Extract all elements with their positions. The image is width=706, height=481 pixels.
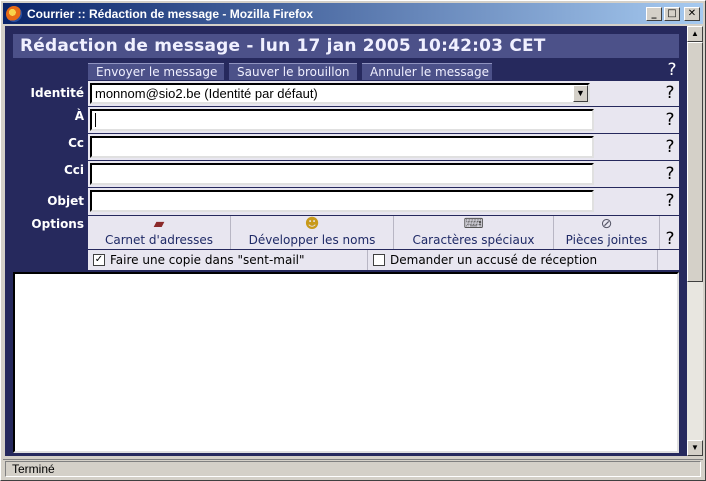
help-to-icon[interactable]: ? [661,110,679,132]
cc-input[interactable] [92,138,592,156]
address-book-button[interactable]: ▰ Carnet d'adresses [88,216,231,249]
special-chars-button[interactable]: ⌨ Caractères spéciaux [394,216,554,249]
maximize-button[interactable]: □ [664,6,680,21]
vertical-scrollbar[interactable]: ▲ ▼ [687,26,703,456]
read-receipt-label: Demander un accusé de réception [390,253,598,267]
attachments-button[interactable]: ⊘ Pièces jointes [554,216,660,249]
subject-input[interactable] [92,192,592,210]
scroll-thumb[interactable] [687,42,703,282]
cancel-message-button[interactable]: Annuler le message [362,63,492,80]
help-options-icon[interactable]: ? [661,229,679,251]
copy-sent-checkbox[interactable]: ✓ [93,254,105,266]
status-text: Terminé [5,461,701,477]
copy-sent-label: Faire une copie dans "sent-mail" [110,253,305,267]
options-label: Options [31,217,84,231]
book-icon: ▰ [153,216,165,232]
cc-label: Cc [68,136,84,150]
page-header: Rédaction de message - lun 17 jan 2005 1… [13,34,679,58]
close-button[interactable]: ✕ [684,6,700,21]
chevron-down-icon[interactable]: ▼ [573,85,588,102]
minimize-button[interactable]: _ [646,6,662,21]
help-cc-icon[interactable]: ? [661,137,679,159]
identity-select[interactable]: monnom@sio2.be (Identité par défaut) ▼ [90,83,590,104]
subject-field[interactable] [90,190,594,212]
compose-page: Rédaction de message - lun 17 jan 2005 1… [5,26,687,456]
identity-label: Identité [30,86,84,100]
people-search-icon: ☻ [304,216,320,232]
help-subject-icon[interactable]: ? [661,191,679,213]
read-receipt-option[interactable]: Demander un accusé de réception [368,250,658,270]
keyboard-icon: ⌨ [463,216,484,232]
options-toolbar: ▰ Carnet d'adresses ☻ Développer les nom… [88,216,679,249]
save-draft-button[interactable]: Sauver le brouillon [229,63,357,80]
read-receipt-checkbox[interactable] [373,254,385,266]
attachments-label: Pièces jointes [565,233,648,247]
cc-field[interactable] [90,136,594,158]
scroll-down-button[interactable]: ▼ [687,440,703,456]
expand-names-button[interactable]: ☻ Développer les noms [231,216,394,249]
bcc-field[interactable] [90,163,594,185]
identity-value: monnom@sio2.be (Identité par défaut) [95,86,318,101]
address-book-label: Carnet d'adresses [104,233,214,247]
to-input[interactable] [92,111,592,129]
help-bcc-icon[interactable]: ? [661,164,679,186]
paperclip-icon: ⊘ [600,216,613,232]
title-bar[interactable]: Courrier :: Rédaction de message - Mozil… [3,3,703,24]
help-identity-icon[interactable]: ? [661,83,679,105]
bcc-input[interactable] [92,165,592,183]
bcc-label: Cci [63,163,84,177]
status-bar: Terminé [3,459,703,478]
special-chars-label: Caractères spéciaux [412,233,535,247]
firefox-logo-icon [6,5,22,22]
copy-sent-option[interactable]: ✓ Faire une copie dans "sent-mail" [88,250,368,270]
subject-label: Objet [47,194,84,208]
send-message-button[interactable]: Envoyer le message [88,63,224,80]
text-cursor [95,113,96,127]
browser-window: Courrier :: Rédaction de message - Mozil… [0,0,706,481]
action-bar: Envoyer le message Sauver le brouillon A… [88,63,492,81]
page-title: Rédaction de message - lun 17 jan 2005 1… [20,36,546,56]
scroll-up-button[interactable]: ▲ [687,26,703,42]
to-field[interactable] [90,109,594,131]
help-actions-icon[interactable]: ? [663,60,681,82]
window-title: Courrier :: Rédaction de message - Mozil… [27,6,314,21]
to-label: À [74,109,84,123]
options-checkboxes: ✓ Faire une copie dans "sent-mail" Deman… [88,250,679,270]
expand-names-label: Développer les noms [248,233,376,247]
message-body-textarea[interactable] [13,272,679,453]
